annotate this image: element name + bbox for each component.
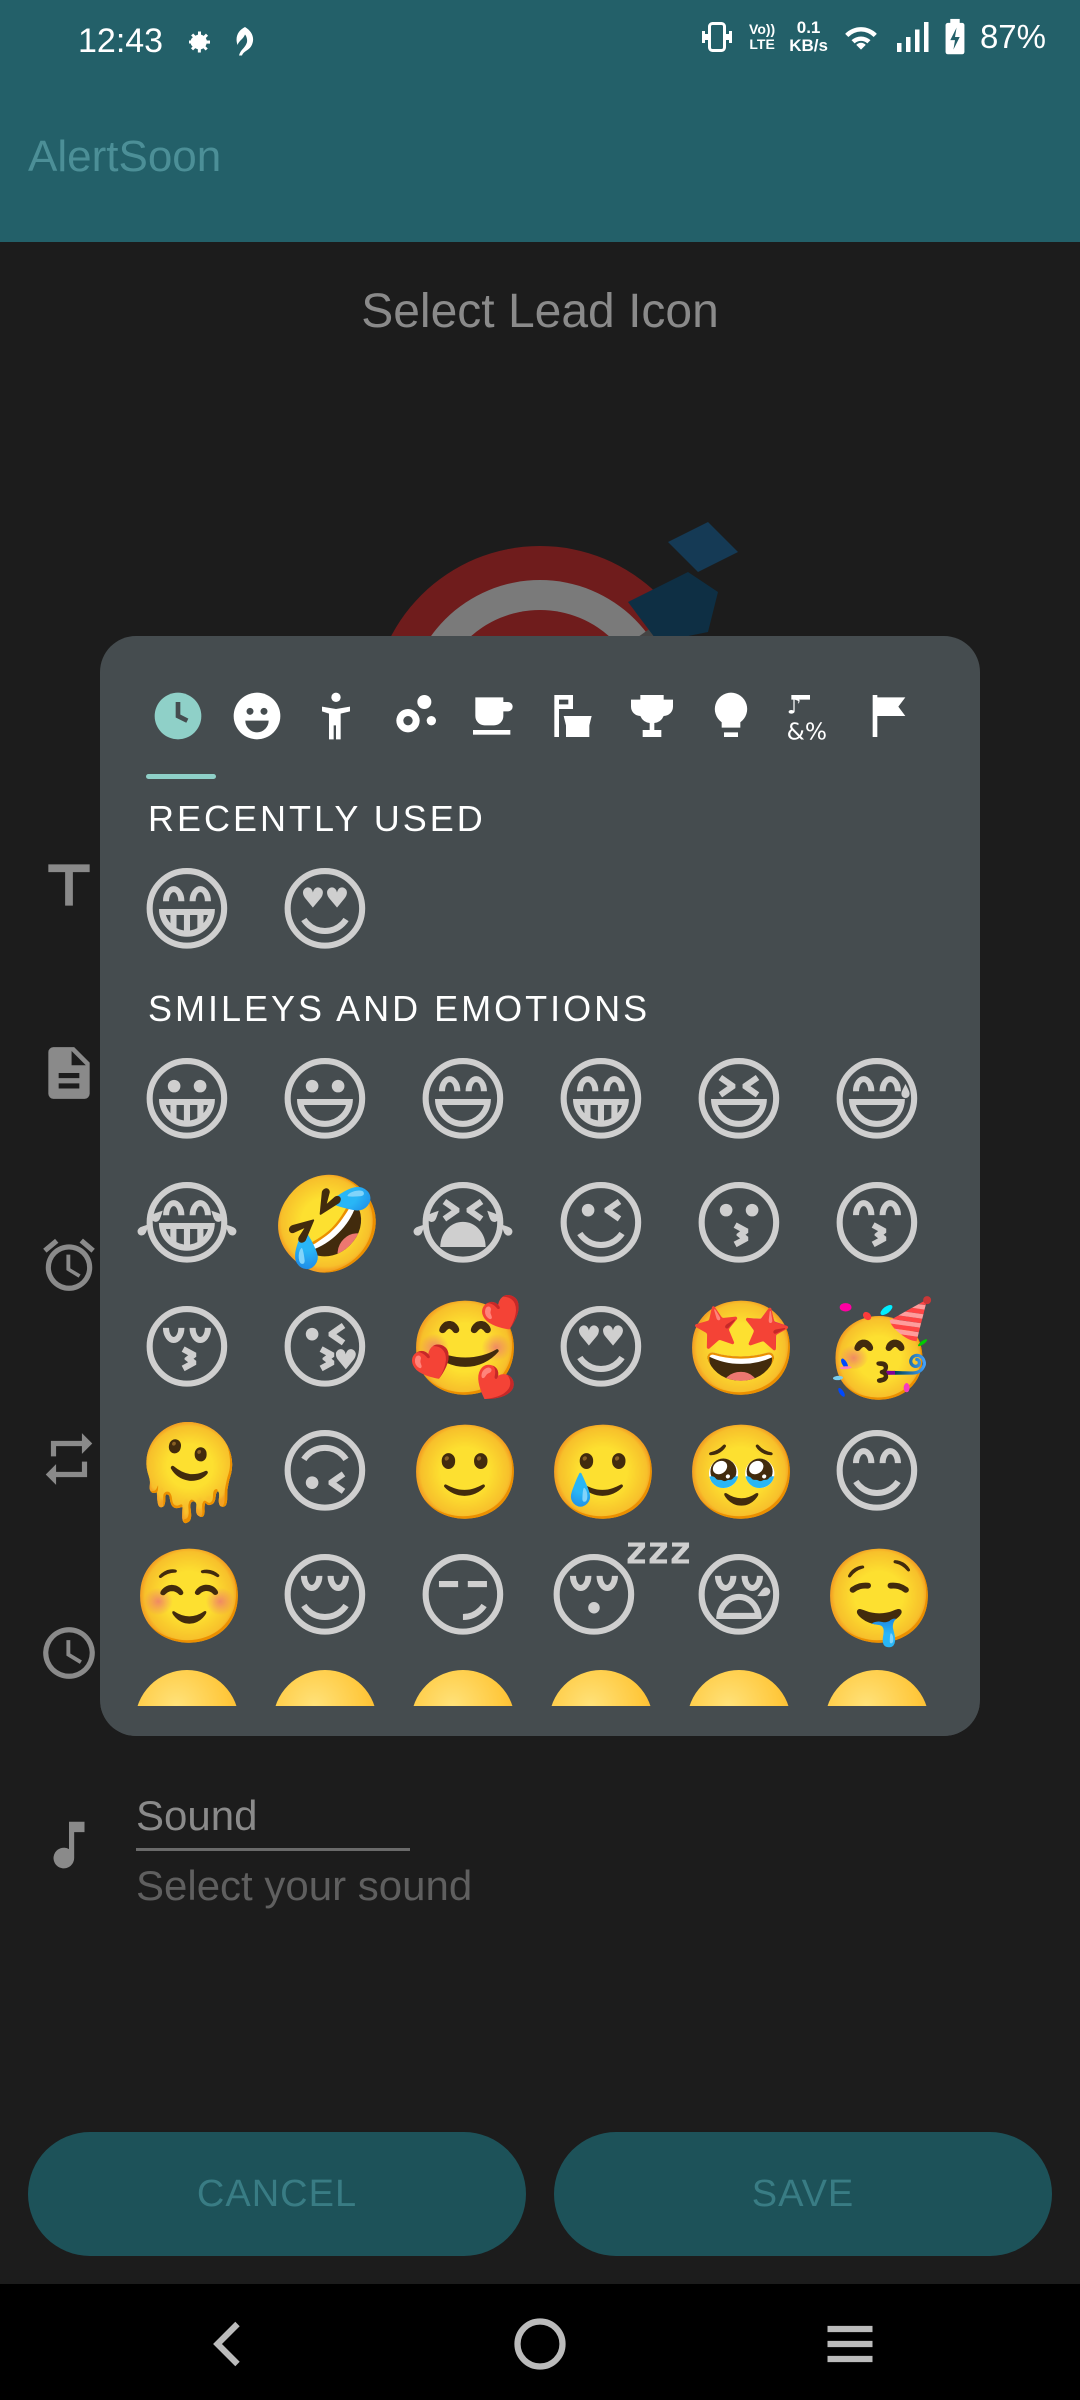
net-speed-value: 0.1 <box>796 18 821 37</box>
vibrate-icon <box>702 22 733 52</box>
sound-hint[interactable]: Select your sound <box>136 1862 472 1910</box>
description-icon <box>48 1047 90 1099</box>
emoji-cell[interactable]: 😆 <box>684 1046 794 1156</box>
status-left-icons <box>180 24 260 60</box>
emoji-cell[interactable]: 😘 <box>270 1294 380 1404</box>
emoji-cell[interactable]: 🫠 <box>132 1418 247 1528</box>
wifi-icon <box>845 27 877 50</box>
settings-gear-icon <box>189 31 210 53</box>
net-speed-unit: KB/s <box>789 36 828 55</box>
emoji-cell[interactable]: 😪 <box>684 1542 794 1652</box>
emoji-cell[interactable]: 🥳 <box>822 1294 937 1404</box>
network-speed: 0.1 KB/s <box>789 19 828 55</box>
emoji-cell[interactable]: 🤩 <box>684 1294 799 1404</box>
emoji-cell[interactable]: 😍 <box>546 1294 656 1404</box>
emoji-cell[interactable]: 😂 <box>132 1170 242 1280</box>
emoji-cell[interactable]: 😄 <box>408 1046 518 1156</box>
cancel-button[interactable]: CANCEL <box>28 2132 526 2256</box>
emoji-cell[interactable]: 🥰 <box>408 1294 523 1404</box>
flag-icon[interactable] <box>861 688 917 744</box>
activity-icon[interactable] <box>624 688 680 744</box>
sound-underline <box>136 1848 410 1851</box>
emoji-cell[interactable]: 🙂 <box>408 1418 523 1528</box>
emoji-cell[interactable]: 😗 <box>684 1170 794 1280</box>
emoji-cell[interactable]: 😙 <box>822 1170 932 1280</box>
status-bar: 12:43 Vo)) LTE 0.1 KB/s 87% <box>0 0 1080 90</box>
emoji-cell[interactable]: 😴 <box>546 1542 694 1652</box>
volte-indicator: Vo)) LTE <box>749 22 775 52</box>
smiley-icon[interactable] <box>229 688 285 744</box>
emoji-cell[interactable]: 😭 <box>408 1170 518 1280</box>
home-icon[interactable] <box>510 2314 570 2374</box>
symbols-icon[interactable]: ♪&% <box>782 688 838 744</box>
picker-bottom-fade <box>100 1706 980 1736</box>
sound-label[interactable]: Sound <box>136 1792 257 1840</box>
emoji-cell[interactable]: 🤣 <box>270 1170 385 1280</box>
emoji-cell[interactable]: 😅 <box>822 1046 932 1156</box>
app-bar: AlertSoon <box>0 90 1080 242</box>
volte-line1: Vo)) <box>749 21 776 37</box>
food-icon[interactable] <box>466 688 522 744</box>
alarm-icon <box>43 1238 95 1291</box>
tab-indicator <box>146 774 216 779</box>
emoji-picker: ♪ &% RECENTLY USED 😁 😍 SMILEYS AND EMOTION… <box>100 636 980 1736</box>
travel-icon[interactable] <box>545 688 601 744</box>
signal-icon <box>896 22 929 52</box>
repeat-icon <box>45 1433 93 1485</box>
objects-icon[interactable] <box>703 688 759 744</box>
lead-icon-title: Select Lead Icon <box>361 285 719 338</box>
app-title: AlertSoon <box>28 132 222 181</box>
volte-line2: LTE <box>749 36 775 52</box>
emoji-cell[interactable]: 🤤 <box>822 1542 937 1652</box>
svg-text:&%: &% <box>787 717 827 744</box>
save-button[interactable]: SAVE <box>554 2132 1052 2256</box>
music-note-icon <box>53 1821 85 1869</box>
emoji-cell[interactable]: 😚 <box>132 1294 242 1404</box>
emoji-cell[interactable]: 😊 <box>822 1418 932 1528</box>
smileys-title: SMILEYS AND EMOTIONS <box>148 988 651 1029</box>
recent-icon[interactable] <box>150 688 206 744</box>
emoji-cell[interactable]: ☺️ <box>132 1542 247 1652</box>
emoji-cell[interactable]: 😏 <box>408 1542 518 1652</box>
emoji-cell[interactable]: 😀 <box>132 1046 242 1156</box>
emoji-cell[interactable]: 😉 <box>546 1170 656 1280</box>
recents-menu-icon[interactable] <box>820 2314 880 2374</box>
emoji-cell[interactable]: 🙃 <box>270 1418 380 1528</box>
nature-icon[interactable] <box>387 688 443 744</box>
emoji-category-tabs: ♪ &% <box>140 688 940 758</box>
emoji-cell[interactable]: 😃 <box>270 1046 380 1156</box>
battery-percent: 87% <box>979 18 1046 55</box>
leaf-icon <box>236 27 254 56</box>
emoji-cell[interactable]: 😁 <box>546 1046 656 1156</box>
status-right-icons: Vo)) LTE 0.1 KB/s 87% <box>699 18 1046 56</box>
emoji-cell[interactable]: 😁 <box>132 856 242 966</box>
emoji-cell[interactable]: 😌 <box>270 1542 380 1652</box>
emoji-cell[interactable]: 🥹 <box>684 1418 799 1528</box>
emoji-cell[interactable]: 😍 <box>270 856 380 966</box>
back-icon[interactable] <box>200 2314 260 2374</box>
text-title-icon <box>48 864 90 906</box>
status-time: 12:43 <box>78 22 164 60</box>
battery-charging-icon <box>945 18 965 55</box>
recently-used-title: RECENTLY USED <box>148 798 486 839</box>
clock-icon <box>43 1627 95 1679</box>
person-icon[interactable] <box>308 688 364 744</box>
emoji-cell[interactable]: 🥲 <box>546 1418 661 1528</box>
system-nav-bar <box>0 2284 1080 2400</box>
